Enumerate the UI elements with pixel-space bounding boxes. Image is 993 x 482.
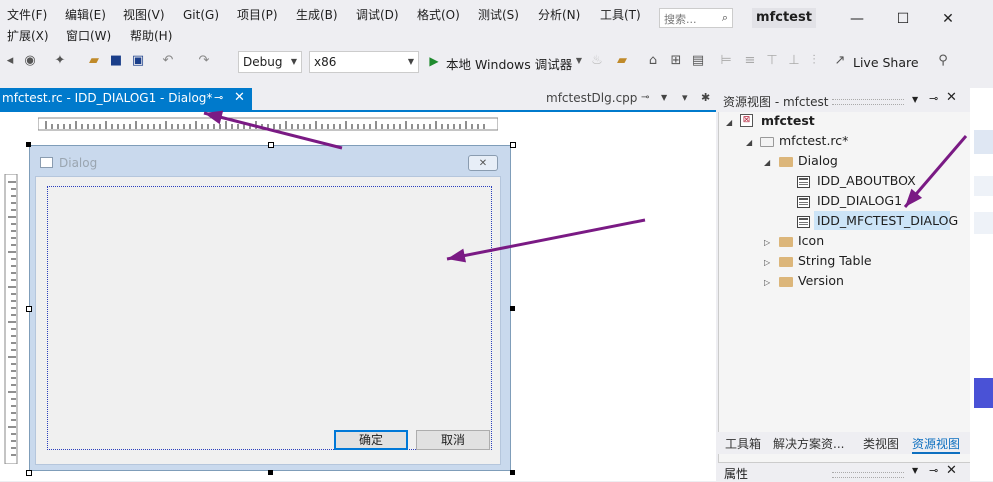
annotation-arrow-head	[204, 110, 224, 125]
annotation-arrow-head	[447, 248, 467, 263]
annotation-arrows	[203, 110, 968, 263]
annotation-arrow-line	[446, 218, 646, 261]
annotation-arrow-line	[203, 111, 343, 150]
